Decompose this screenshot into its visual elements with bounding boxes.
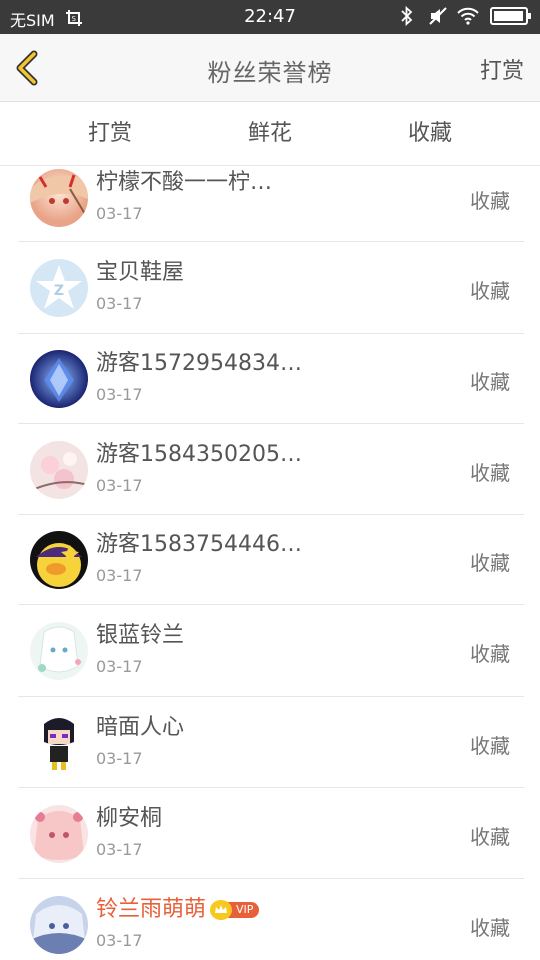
svg-text:Z: Z [54,283,64,299]
fan-name: 铃兰雨萌萌 VIP [96,891,260,923]
tab-bar: 打赏 鲜花 收藏 [0,102,540,166]
avatar[interactable] [30,713,88,772]
vip-label: VIP [228,901,260,918]
vip-badge: VIP [210,899,260,920]
avatar[interactable] [30,531,88,589]
favorite-action-button[interactable]: 收藏 [470,547,510,576]
avatar[interactable] [30,804,88,863]
avatar[interactable] [30,169,88,227]
fan-name-text: 宝贝鞋屋 [96,260,185,285]
fan-list[interactable]: 柠檬不酸一一柠… 03-17 收藏 Z 宝贝鞋屋 03-17 收藏 游客1572954834…… [0,166,540,960]
list-item[interactable]: 柳安桐 03-17 收藏 [0,788,540,879]
list-item[interactable]: 柠檬不酸一一柠… 03-17 收藏 [0,166,540,242]
status-bar-right [400,5,531,27]
fan-name-text: 游客1572954834… [96,351,302,376]
fan-name-text: 游客1583754446… [96,532,302,557]
fan-date: 03-17 [96,204,143,223]
fan-name: 柠檬不酸一一柠… [96,166,272,196]
list-item[interactable]: 游客1583754446… 03-17 收藏 [0,515,540,605]
list-item[interactable]: 游客1572954834… 03-17 收藏 [0,334,540,424]
fan-name: 暗面人心 [96,709,184,741]
avatar[interactable] [30,350,88,408]
fan-date: 03-17 [96,566,143,585]
favorite-action-button[interactable]: 收藏 [470,185,510,214]
crown-icon [210,899,233,920]
favorite-action-button[interactable]: 收藏 [470,638,510,667]
fan-name-text: 游客1584350205… [96,441,302,467]
wifi-icon [456,6,480,26]
page-title: 粉丝荣誉榜 [207,59,333,87]
fan-name-text: 暗面人心 [96,714,185,740]
list-item[interactable]: 游客1584350205… 03-17 收藏 [0,424,540,515]
fan-name-text: 银蓝铃兰 [96,623,185,648]
favorite-action-button[interactable]: 收藏 [470,912,510,941]
fan-name: 柳安桐 [96,800,162,832]
favorite-action-button[interactable]: 收藏 [470,821,510,850]
fan-name: 游客1583754446… [96,526,302,558]
avatar[interactable] [30,440,88,499]
mute-icon [428,6,447,26]
fan-name-text: 柳安桐 [96,805,163,831]
bluetooth-icon [400,5,418,27]
tab-flowers[interactable]: 鲜花 [210,102,330,166]
favorite-action-button[interactable]: 收藏 [470,457,510,486]
fan-name: 游客1584350205… [96,436,302,468]
tab-label: 鲜花 [247,121,292,146]
fan-date: 03-17 [96,385,143,404]
fan-date: 03-17 [96,839,143,859]
fan-date: 03-17 [96,930,143,950]
favorite-action-button[interactable]: 收藏 [470,366,510,395]
fan-date: 03-17 [96,657,143,676]
nav-bar: 粉丝荣誉榜 打赏 [0,34,540,102]
list-item[interactable]: 铃兰雨萌萌 VIP 03-17 收藏 [0,879,540,960]
tab-label: 打赏 [87,121,132,146]
avatar[interactable] [30,895,88,954]
tab-label: 收藏 [407,121,452,146]
avatar[interactable]: Z [30,259,88,317]
battery-icon [490,7,531,25]
reward-button[interactable]: 打赏 [480,53,524,85]
fan-date: 03-17 [96,475,143,495]
list-item[interactable]: 银蓝铃兰 03-17 收藏 [0,605,540,697]
tab-reward[interactable]: 打赏 [50,102,170,166]
fan-date: 03-17 [96,294,143,313]
status-bar: 无SIM S 22:47 [0,0,540,34]
list-item[interactable]: Z 宝贝鞋屋 03-17 收藏 [0,242,540,334]
fan-name: 宝贝鞋屋 [96,254,184,286]
list-item[interactable]: 暗面人心 03-17 收藏 [0,697,540,788]
fan-name: 游客1572954834… [96,345,302,377]
favorite-action-button[interactable]: 收藏 [470,730,510,759]
fan-name: 银蓝铃兰 [96,617,184,649]
favorite-action-button[interactable]: 收藏 [470,275,510,304]
avatar[interactable] [30,622,88,680]
fan-name-text: 柠檬不酸一一柠… [96,170,273,195]
fan-name-text: 铃兰雨萌萌 [96,896,207,922]
fan-date: 03-17 [96,748,143,768]
tab-favorites[interactable]: 收藏 [370,102,490,166]
